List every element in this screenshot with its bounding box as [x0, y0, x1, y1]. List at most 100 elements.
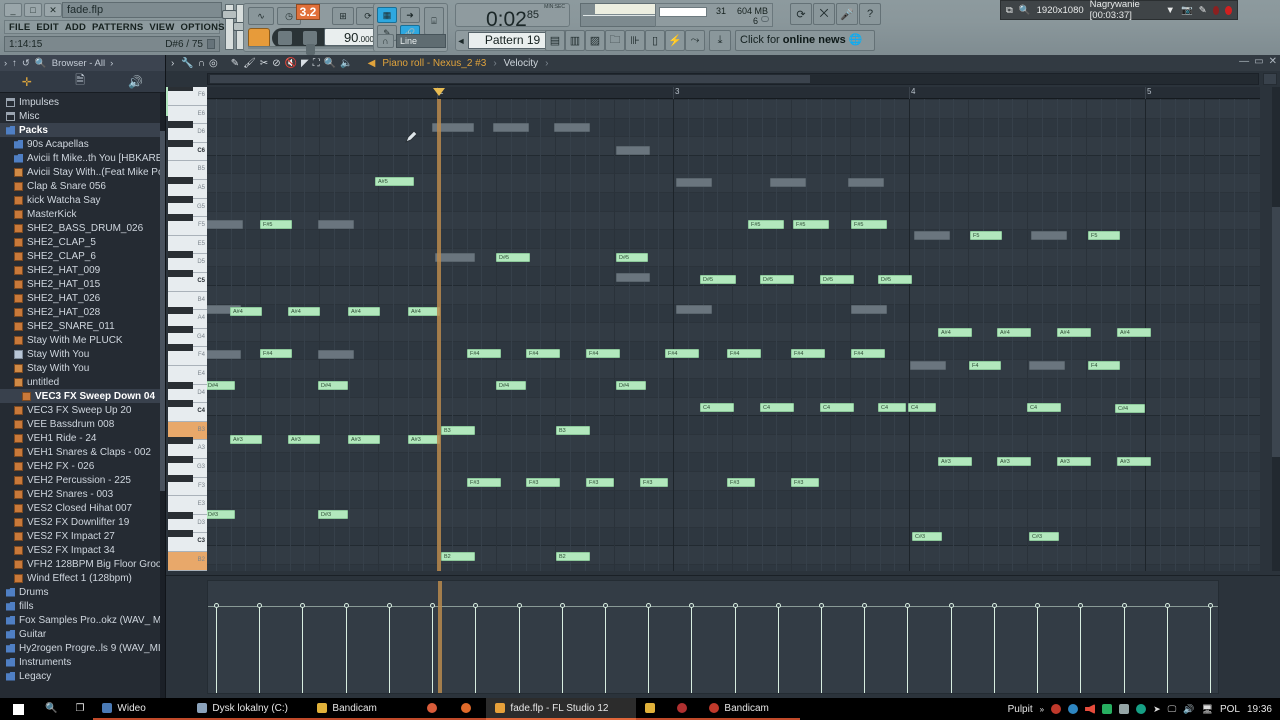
velocity-handle[interactable]: [214, 603, 219, 608]
pattern-name[interactable]: Pattern 19: [468, 32, 557, 49]
bandicam-record-icon[interactable]: [1225, 5, 1232, 15]
piano-roll-note[interactable]: D#4: [616, 381, 646, 390]
browser-file-icon[interactable]: 🗎: [75, 71, 85, 92]
browser-item[interactable]: Fox Samples Pro..okz (WAV_ MIDI): [0, 613, 165, 627]
piano-key-sharp[interactable]: [168, 474, 193, 482]
velocity-handle[interactable]: [992, 603, 997, 608]
piano-roll-zoom-button[interactable]: [1263, 73, 1277, 85]
velocity-handle[interactable]: [819, 603, 824, 608]
piano-key-sharp[interactable]: [168, 530, 193, 538]
piano-roll-note[interactable]: A#3: [938, 457, 972, 466]
menu-edit[interactable]: EDIT: [36, 22, 58, 33]
piano-roll-note[interactable]: B2: [441, 552, 475, 561]
taskbar-search-button[interactable]: 🔍: [36, 698, 66, 720]
browser-item[interactable]: Avicii Stay With..(Feat Mike Posner): [0, 165, 165, 179]
piano-roll-note[interactable]: [1031, 231, 1067, 240]
song-position-handle[interactable]: [306, 44, 315, 55]
browser-item[interactable]: SHE2_HAT_015: [0, 277, 165, 291]
browser-item[interactable]: Avicii ft Mike..th You [HBKARES]: [0, 151, 165, 165]
tray-network-icon[interactable]: [1068, 704, 1079, 714]
browser-up-icon[interactable]: ↑: [12, 58, 17, 69]
plugin-icon[interactable]: ⚡: [665, 30, 685, 51]
piano-roll-note[interactable]: A#4: [408, 307, 440, 316]
taskbar-item[interactable]: Dysk lokalny (C:): [188, 698, 309, 720]
piano-key-sharp[interactable]: [168, 195, 193, 203]
piano-key-sharp[interactable]: [168, 251, 193, 259]
close-button[interactable]: ✕: [44, 3, 62, 17]
piano-roll-note[interactable]: C4: [820, 403, 854, 412]
step-sequencer-icon[interactable]: ▥: [565, 30, 585, 51]
paint-icon[interactable]: 🖌: [243, 58, 256, 69]
velocity-bar[interactable]: [648, 606, 649, 693]
piano-roll-note[interactable]: [554, 123, 590, 132]
tray-app1-icon[interactable]: [1102, 704, 1113, 714]
browser-item[interactable]: untitled: [0, 375, 165, 389]
piano-roll-note[interactable]: F#3: [727, 478, 755, 487]
browser-item[interactable]: VEE Bassdrum 008: [0, 417, 165, 431]
piano-roll-note[interactable]: [493, 123, 529, 132]
menu-options[interactable]: OPTIONS: [181, 22, 225, 33]
browser-scrollbar-track[interactable]: [160, 93, 165, 698]
piano-roll-note[interactable]: [1029, 361, 1065, 370]
piano-roll-note[interactable]: F#4: [727, 349, 761, 358]
piano-roll-note[interactable]: [435, 253, 475, 262]
velocity-bar[interactable]: [259, 606, 260, 693]
bandicam-pause-icon[interactable]: [1212, 5, 1220, 15]
piano-roll-note[interactable]: [207, 350, 241, 359]
piano-roll-note[interactable]: A#3: [288, 435, 320, 444]
velocity-handle[interactable]: [1165, 603, 1170, 608]
piano-roll-note[interactable]: D#5: [760, 275, 794, 284]
piano-roll-note[interactable]: D#4: [496, 381, 526, 390]
browser-item[interactable]: VEH1 Snares & Claps - 002: [0, 445, 165, 459]
piano-roll-note[interactable]: [616, 273, 650, 282]
piano-roll-note[interactable]: [914, 231, 950, 240]
browser-item[interactable]: VES2 FX Impact 34: [0, 543, 165, 557]
velocity-handle[interactable]: [862, 603, 867, 608]
velocity-handle[interactable]: [905, 603, 910, 608]
piano-roll-note[interactable]: F#4: [526, 349, 560, 358]
pr-maximize-button[interactable]: ▭: [1254, 56, 1263, 67]
piano-roll-note[interactable]: C#3: [912, 532, 942, 541]
velocity-bar[interactable]: [778, 606, 779, 693]
velocity-bar[interactable]: [864, 606, 865, 693]
velocity-handle[interactable]: [1078, 603, 1083, 608]
piano-roll-note[interactable]: [770, 178, 806, 187]
piano-key-sharp[interactable]: [168, 381, 193, 389]
velocity-handle[interactable]: [387, 603, 392, 608]
browser-item[interactable]: SHE2_BASS_DRUM_026: [0, 221, 165, 235]
browser-item[interactable]: Wind Effect 1 (128bpm): [0, 571, 165, 585]
piano-roll-note[interactable]: C#4: [1115, 404, 1145, 413]
pattern-prev-button[interactable]: ◄: [456, 36, 466, 46]
piano-keyboard[interactable]: F6 E6 D6 C6 B5 A5 G5 F5 E5 D5 C5 B4 A4 G4 F4 E4 D4 C4 B3 A3…: [168, 87, 207, 571]
piano-roll-note[interactable]: D#3: [318, 510, 348, 519]
velocity-handle[interactable]: [733, 603, 738, 608]
piano-roll-note[interactable]: A#4: [1057, 328, 1091, 337]
velocity-editor[interactable]: [207, 580, 1219, 694]
velocity-handle[interactable]: [1035, 603, 1040, 608]
snap-magnet-icon[interactable]: ∩: [198, 58, 205, 69]
pr-minimize-button[interactable]: —: [1239, 56, 1249, 67]
taskbar-item[interactable]: [668, 698, 701, 720]
tray-language[interactable]: POL: [1220, 704, 1240, 715]
piano-roll-note[interactable]: A#3: [1117, 457, 1151, 466]
browser-icon[interactable]: 🗀: [605, 30, 625, 51]
tray-volume-icon[interactable]: [1085, 704, 1096, 714]
piano-roll-note[interactable]: A#4: [997, 328, 1031, 337]
velocity-handle[interactable]: [344, 603, 349, 608]
piano-roll-ruler[interactable]: 12345: [201, 87, 1260, 99]
browser-path-chevron[interactable]: ›: [110, 58, 113, 69]
velocity-bar[interactable]: [1210, 606, 1211, 693]
browser-add-icon[interactable]: ✛: [22, 75, 32, 89]
velocity-bar[interactable]: [302, 606, 303, 693]
mic-icon[interactable]: 🎤: [836, 3, 858, 25]
multilink-icon[interactable]: ⌸: [424, 7, 444, 35]
velocity-bar[interactable]: [735, 606, 736, 693]
piano-roll-note[interactable]: F4: [969, 361, 1001, 370]
piano-roll-note[interactable]: C4: [878, 403, 906, 412]
piano-roll-note[interactable]: D#5: [496, 253, 530, 262]
piano-roll-note[interactable]: F5: [970, 231, 1002, 240]
wrench-icon[interactable]: 🔧: [181, 58, 193, 69]
piano-key-sharp[interactable]: [168, 270, 193, 277]
menu-patterns[interactable]: PATTERNS: [92, 22, 143, 33]
playlist-icon[interactable]: ▤: [545, 30, 565, 51]
